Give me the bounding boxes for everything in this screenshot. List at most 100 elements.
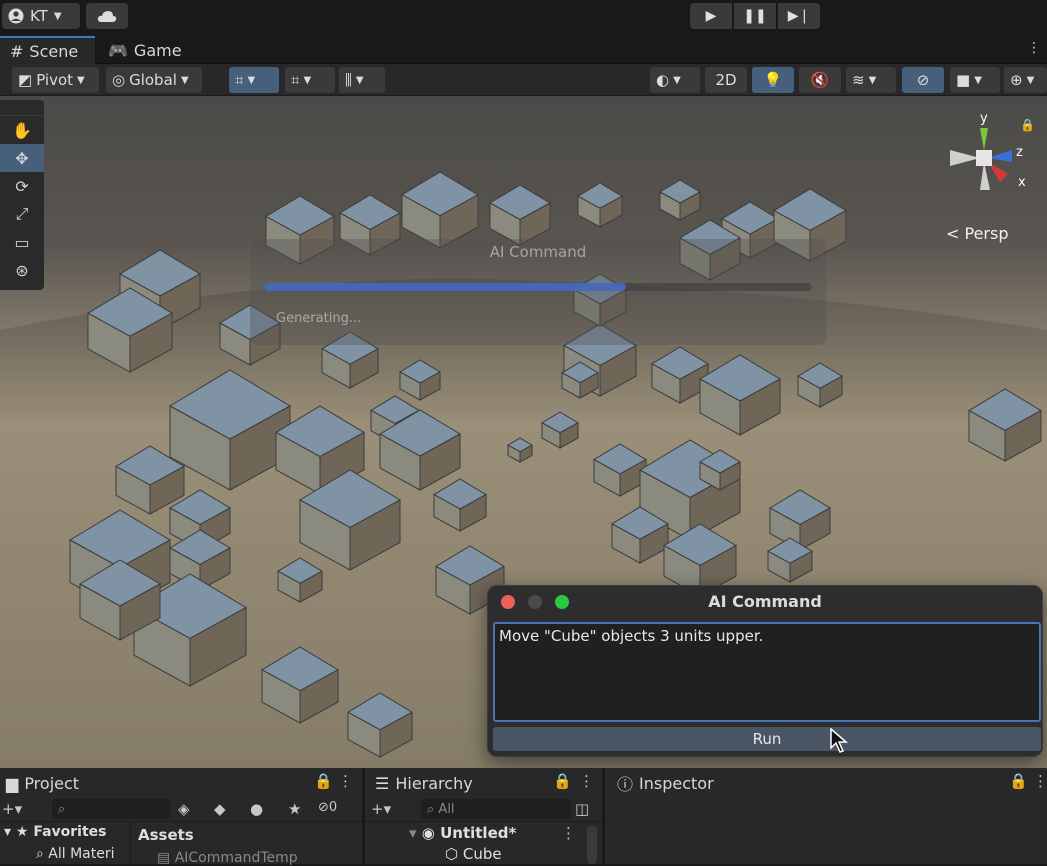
- play-button[interactable]: ▶: [690, 3, 732, 29]
- cube-object[interactable]: [400, 171, 480, 249]
- add-icon[interactable]: +▾: [371, 800, 391, 818]
- lock-icon[interactable]: 🔒: [1009, 772, 1028, 790]
- add-icon[interactable]: +▾: [2, 800, 22, 818]
- cube-object[interactable]: [658, 179, 702, 221]
- more-menu-icon[interactable]: ⋮: [579, 772, 594, 790]
- filter-type-icon[interactable]: ◈: [178, 800, 190, 818]
- more-menu-icon[interactable]: ⋮: [1027, 40, 1041, 56]
- ghost-dialog-status: Generating...: [276, 311, 362, 326]
- search-icon: ⌕: [427, 801, 435, 817]
- grid-snap-button[interactable]: ⌗ ▼: [229, 67, 279, 93]
- chevron-down-icon: ▼: [303, 74, 312, 86]
- transform-tool[interactable]: ⊛: [0, 256, 44, 284]
- scene-menu-icon[interactable]: ⋮: [561, 824, 576, 842]
- account-dropdown[interactable]: KT ▼: [2, 3, 80, 29]
- camera-button[interactable]: ■ ▼: [950, 67, 1000, 93]
- scene-root-item[interactable]: ▾ ◉ Untitled*: [409, 824, 516, 842]
- tab-game-label: Game: [133, 40, 182, 60]
- shading-mode-button[interactable]: ◐ ▼: [650, 67, 700, 93]
- run-button[interactable]: Run: [493, 727, 1041, 751]
- mode-2d-button[interactable]: 2D: [705, 67, 747, 93]
- cube-object[interactable]: [576, 182, 624, 228]
- hierarchy-search-input[interactable]: ⌕ All: [421, 799, 571, 819]
- mouse-cursor-icon: [830, 728, 848, 753]
- eye-slash-icon: ⊘: [318, 800, 329, 815]
- lighting-button[interactable]: 💡: [752, 67, 794, 93]
- progress-bar: [264, 283, 812, 291]
- scale-tool[interactable]: ⤢: [0, 200, 44, 228]
- tab-inspector[interactable]: ⓘ Inspector: [611, 770, 731, 796]
- step-button[interactable]: ▶❘: [778, 3, 820, 29]
- tool-palette: ✋ ✥ ⟳ ⤢ ▭ ⊛: [0, 100, 44, 290]
- run-label: Run: [752, 730, 782, 748]
- pause-button[interactable]: ❚❚: [734, 3, 776, 29]
- tab-game[interactable]: 🎮 Game: [98, 36, 192, 64]
- tab-hierarchy[interactable]: ☰ Hierarchy: [369, 770, 479, 796]
- scale-icon: ⤢: [15, 204, 29, 223]
- gizmos-button[interactable]: ⊕ ▼: [1004, 67, 1047, 93]
- neg-x-cone: [950, 150, 980, 166]
- all-materials-item[interactable]: ⌕ All Materi: [36, 846, 115, 862]
- hidden-objects-button[interactable]: ⊘: [902, 67, 944, 93]
- hidden-packages-toggle[interactable]: ⊘0: [318, 800, 337, 815]
- tab-scene[interactable]: # Scene: [0, 36, 95, 64]
- editor-tabs: # Scene 🎮 Game ⋮: [0, 34, 1047, 64]
- lock-icon[interactable]: 🔒: [1020, 118, 1035, 132]
- eye-slash-icon: ⊘: [916, 71, 930, 89]
- command-input[interactable]: Move "Cube" objects 3 units upper.: [493, 622, 1041, 722]
- audio-button[interactable]: 🔇: [799, 67, 841, 93]
- lock-icon[interactable]: 🔒: [553, 772, 572, 790]
- playback-controls: ▶ ❚❚ ▶❘: [690, 3, 820, 29]
- hand-tool[interactable]: ✋: [0, 116, 44, 144]
- lightbulb-icon: 💡: [763, 71, 783, 89]
- more-menu-icon[interactable]: ⋮: [338, 772, 353, 790]
- favorite-star-icon[interactable]: ★: [288, 800, 301, 818]
- warning-icon[interactable]: ●: [250, 800, 263, 818]
- global-dropdown[interactable]: ◎ Global ▼: [106, 67, 202, 93]
- hierarchy-item[interactable]: ⬡ Cube: [445, 845, 502, 863]
- scene-visibility-icon[interactable]: ◫: [575, 800, 589, 818]
- cube-object[interactable]: [488, 184, 552, 246]
- ghost-ai-command-dialog: AI Command Generating...: [250, 239, 826, 345]
- cloud-button[interactable]: [86, 3, 128, 29]
- unity-scene-icon: ◉: [421, 824, 435, 842]
- palette-grip[interactable]: [0, 100, 44, 116]
- hierarchy-panel: ☰ Hierarchy 🔒 ⋮ +▾ ⌕ All ◫ ▾ ◉ Untitled*…: [365, 768, 602, 864]
- chevron-down-icon: ▼: [180, 74, 189, 86]
- tab-project[interactable]: ▆ Project: [0, 770, 85, 796]
- play-icon: ▶: [705, 8, 717, 24]
- tab-inspector-label: Inspector: [639, 773, 714, 793]
- increment-snap-button[interactable]: ⫼ ▼: [339, 67, 385, 93]
- hierarchy-search-placeholder: All: [438, 801, 455, 817]
- effects-button[interactable]: ≋ ▼: [846, 67, 896, 93]
- move-tool[interactable]: ✥: [0, 144, 44, 172]
- grid-toggle-button[interactable]: ⌗ ▼: [285, 67, 335, 93]
- rect-tool[interactable]: ▭: [0, 228, 44, 256]
- chevron-down-icon: ▼: [673, 74, 681, 86]
- persp-toggle[interactable]: < Persp: [946, 224, 1008, 243]
- favorites-label: Favorites: [33, 824, 107, 840]
- lock-icon[interactable]: 🔒: [314, 772, 333, 790]
- label-icon[interactable]: ◆: [214, 800, 226, 818]
- rotate-tool[interactable]: ⟳: [0, 172, 44, 200]
- search-icon: ⌕: [58, 801, 66, 817]
- scrollbar[interactable]: [587, 826, 597, 864]
- more-menu-icon[interactable]: ⋮: [1033, 772, 1047, 790]
- project-search-input[interactable]: ⌕: [52, 799, 170, 819]
- pivot-dropdown[interactable]: ◩ Pivot ▼: [12, 67, 99, 93]
- tab-scene-label: Scene: [29, 41, 79, 61]
- ghost-dialog-title: AI Command: [489, 243, 587, 261]
- folder-icon: ▆: [6, 773, 19, 793]
- account-icon: [8, 8, 24, 24]
- favorites-tree: ▾ ★ Favorites ⌕ All Materi: [0, 822, 130, 864]
- expand-arrow-icon: ▾: [4, 824, 12, 840]
- chevron-down-icon: ▼: [355, 74, 364, 86]
- favorites-item[interactable]: ▾ ★ Favorites: [4, 824, 107, 840]
- star-icon: ★: [15, 824, 29, 840]
- hand-icon: ✋: [12, 120, 32, 140]
- gizmo-icon: ⊕: [1010, 71, 1023, 89]
- tab-hierarchy-label: Hierarchy: [395, 773, 473, 793]
- rect-icon: ▭: [14, 232, 30, 252]
- progress-fill: [264, 283, 626, 291]
- ruler-icon: ⫼: [345, 71, 352, 89]
